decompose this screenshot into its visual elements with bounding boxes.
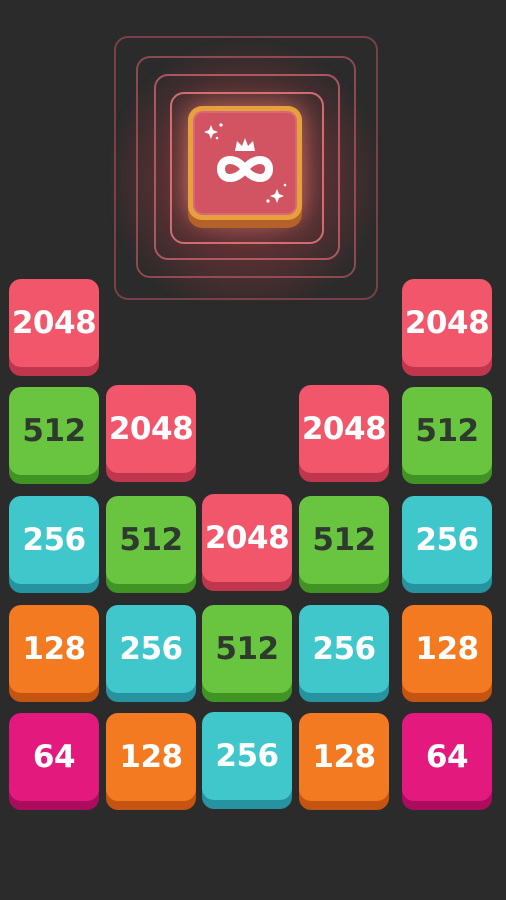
tile-256[interactable]: 256: [299, 605, 389, 693]
tile-512[interactable]: 512: [9, 387, 99, 475]
tile-64[interactable]: 64: [9, 713, 99, 801]
tile-2048[interactable]: 2048: [106, 385, 196, 473]
special-tile-face: [193, 111, 297, 215]
tile-2048[interactable]: 2048: [299, 385, 389, 473]
crowned-infinity-icon: [204, 123, 287, 203]
tile-512[interactable]: 512: [299, 496, 389, 584]
tile-256[interactable]: 256: [106, 605, 196, 693]
tile-256[interactable]: 256: [402, 496, 492, 584]
tile-128[interactable]: 128: [9, 605, 99, 693]
tile-128[interactable]: 128: [106, 713, 196, 801]
tile-2048[interactable]: 2048: [9, 279, 99, 367]
tile-256[interactable]: 256: [9, 496, 99, 584]
tile-2048[interactable]: 2048: [202, 494, 292, 582]
tile-128[interactable]: 128: [299, 713, 389, 801]
tile-64[interactable]: 64: [402, 713, 492, 801]
special-infinity-tile[interactable]: [188, 106, 302, 220]
tile-512[interactable]: 512: [202, 605, 292, 693]
tile-128[interactable]: 128: [402, 605, 492, 693]
tile-512[interactable]: 512: [106, 496, 196, 584]
tile-512[interactable]: 512: [402, 387, 492, 475]
tile-256[interactable]: 256: [202, 712, 292, 800]
tile-2048[interactable]: 2048: [402, 279, 492, 367]
game-board: 2048 512 256 128 64 2048 256 128 512 204…: [0, 0, 506, 900]
